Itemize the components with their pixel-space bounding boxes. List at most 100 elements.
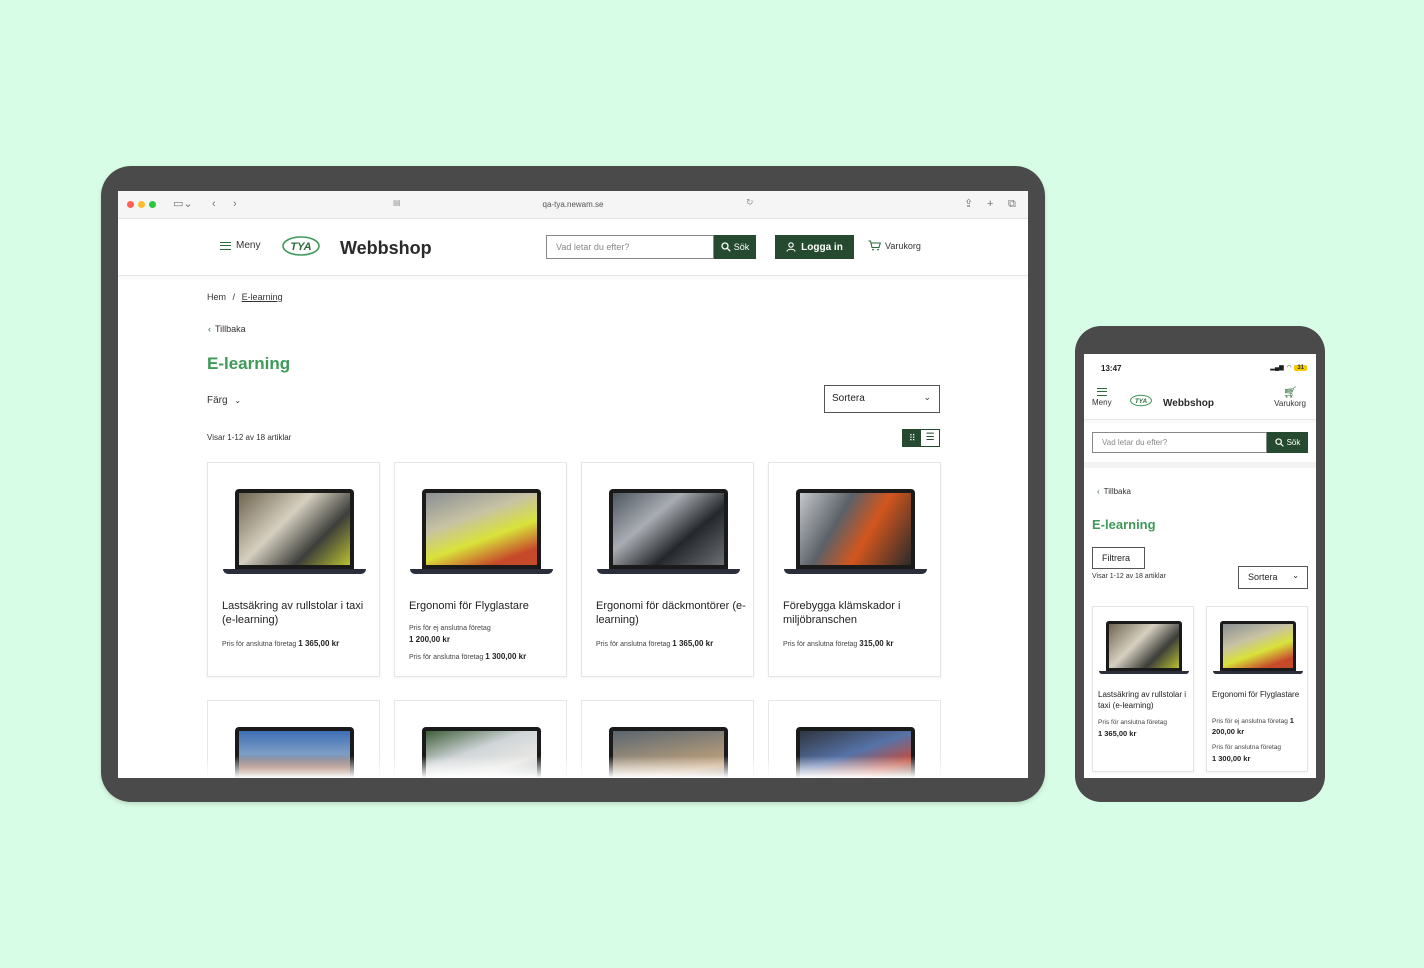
tya-logo[interactable]: TYA — [1130, 394, 1152, 407]
status-time: 13:47 — [1101, 364, 1122, 373]
cart-link[interactable]: Varukorg — [868, 240, 921, 251]
tya-logo[interactable]: TYA — [282, 235, 320, 257]
laptop-base — [1213, 671, 1303, 674]
shop-title: Webbshop — [340, 238, 432, 258]
mobile-search-button[interactable]: Sök — [1267, 432, 1308, 453]
mobile-search-button-label: Sök — [1286, 438, 1301, 447]
chevron-left-icon: ‹ — [1097, 487, 1100, 496]
list-view-icon[interactable]: ☰ — [921, 430, 939, 446]
cart-label: Varukorg — [885, 240, 921, 251]
product-card[interactable]: Förebygga klämskador i miljöbranschen Pr… — [768, 462, 941, 677]
breadcrumb-home[interactable]: Hem — [207, 292, 226, 302]
tabs-icon[interactable]: ⧉ — [1008, 198, 1016, 210]
product-name[interactable]: Ergonomi för Flyglas­tare — [1212, 689, 1306, 700]
logo-text: TYA — [1135, 398, 1148, 405]
status-bar: 13:47 ▂▄▆ ◠ 31 — [1084, 354, 1316, 382]
laptop-base — [1099, 671, 1189, 674]
chevron-down-icon: ⌄ — [234, 396, 242, 405]
product-name[interactable]: Lastsäkring av rullsto­lar i taxi (e-lea… — [1098, 689, 1192, 711]
color-filter[interactable]: Färg ⌄ — [207, 395, 241, 406]
mobile-sort-select[interactable]: Sortera ⌄ — [1238, 566, 1308, 589]
laptop-image — [1106, 621, 1182, 671]
search-input[interactable]: Vad letar du efter? — [546, 235, 714, 259]
laptop-image — [223, 489, 366, 575]
phone-screen: 13:47 ▂▄▆ ◠ 31 Meny TYA Webbshop 🛒︎ Varu… — [1084, 354, 1316, 778]
grid-view-icon[interactable]: ⠿ — [903, 430, 922, 446]
price-label: Pris för anslutna företag — [1098, 719, 1168, 726]
product-card[interactable]: Ergonomi för Flyglastare Pris för ej ans… — [394, 462, 567, 677]
product-name[interactable]: Lastsäkring av rullstolar i taxi (e-lear… — [222, 599, 372, 627]
back-arrow-icon[interactable]: ‹ — [212, 198, 216, 210]
search-button-label: Sök — [733, 242, 750, 252]
mobile-header: Meny TYA Webbshop 🛒︎ Varukorg — [1084, 382, 1316, 420]
zoom-window-button[interactable] — [149, 201, 156, 208]
tablet-device: ▭⌄ ‹ › ▤ qa-tya.newam.se ↻ ⇪ + ⧉ Meny TY… — [101, 166, 1045, 802]
close-window-button[interactable] — [127, 201, 134, 208]
back-label: Tillbaka — [215, 324, 246, 334]
product-price: 1 365,00 kr — [1098, 729, 1137, 738]
search-button[interactable]: Sök — [714, 235, 756, 259]
laptop-image — [784, 489, 927, 575]
mobile-page-title: E-learning — [1092, 517, 1156, 532]
mobile-result-count: Visar 1-12 av 18 artiklar — [1092, 573, 1166, 580]
mobile-product-card[interactable]: Ergonomi för Flyglas­tare Pris för ej an… — [1206, 606, 1308, 772]
breadcrumb-current[interactable]: E-learning — [242, 292, 283, 302]
chevron-down-icon: ⌄ — [1292, 571, 1299, 580]
mobile-cart-link[interactable]: 🛒︎ Varukorg — [1274, 388, 1306, 409]
divider — [1084, 462, 1316, 468]
mobile-product-card[interactable]: Lastsäkring av rullsto­lar i taxi (e-lea… — [1092, 606, 1194, 772]
view-toggle: ⠿ ☰ — [902, 429, 940, 447]
mobile-search-input[interactable]: Vad letar du efter? — [1092, 432, 1267, 453]
minimize-window-button[interactable] — [138, 201, 145, 208]
sidebar-icon[interactable]: ▭⌄ — [173, 198, 193, 210]
login-button[interactable]: Logga in — [775, 235, 854, 259]
search-icon — [1274, 438, 1284, 447]
page-title: E-learning — [207, 354, 291, 373]
mobile-back-label: Tillbaka — [1103, 487, 1131, 496]
menu-label: Meny — [236, 240, 261, 251]
breadcrumb-separator: / — [232, 292, 236, 302]
address-bar[interactable]: qa-tya.newam.se — [388, 196, 758, 214]
signal-icon: ▂▄▆ — [1270, 365, 1284, 371]
product-card[interactable]: Ergonomi för däckmontö­rer (e-learning) … — [581, 462, 754, 677]
reload-icon[interactable]: ↻ — [746, 197, 754, 208]
mobile-cart-label: Varukorg — [1274, 399, 1306, 408]
mobile-filter-button[interactable]: Filtrera — [1092, 547, 1145, 569]
product-name[interactable]: Förebygga klämskador i miljöbranschen — [783, 599, 933, 627]
chevron-left-icon: ‹ — [208, 324, 211, 334]
chevron-down-icon: ⌄ — [923, 392, 931, 402]
product-price: Pris för anslutna företag 1 300,00 kr — [409, 652, 527, 661]
product-price: Pris för anslutna företag 1 365,00 kr — [222, 639, 340, 648]
wifi-icon: ◠ — [1286, 365, 1292, 371]
laptop-image — [597, 489, 740, 575]
tablet-screen: ▭⌄ ‹ › ▤ qa-tya.newam.se ↻ ⇪ + ⧉ Meny TY… — [118, 191, 1028, 778]
price-label-non-member: Pris för ej anslutna företag 1 200,00 kr — [1212, 716, 1294, 736]
battery-icon: 31 — [1294, 364, 1307, 371]
status-icons: ▂▄▆ ◠ 31 — [1270, 364, 1307, 371]
login-button-label: Logga in — [801, 241, 843, 253]
mobile-back-link[interactable]: ‹ Tillbaka — [1097, 487, 1131, 496]
menu-button[interactable]: Meny — [220, 240, 260, 251]
new-tab-icon[interactable]: + — [987, 198, 993, 210]
mobile-sort-label: Sortera — [1248, 572, 1278, 582]
forward-arrow-icon[interactable]: › — [233, 198, 237, 210]
product-name[interactable]: Ergonomi för Flyglastare — [409, 599, 559, 613]
product-price: Pris för anslutna företag 1 365,00 kr — [596, 639, 714, 648]
browser-toolbar: ▭⌄ ‹ › ▤ qa-tya.newam.se ↻ ⇪ + ⧉ — [118, 191, 1028, 219]
product-card[interactable]: Lastsäkring av rullstolar i taxi (e-lear… — [207, 462, 380, 677]
product-name[interactable]: Ergonomi för däckmontö­rer (e-learning) — [596, 599, 746, 627]
phone-device: 13:47 ▂▄▆ ◠ 31 Meny TYA Webbshop 🛒︎ Varu… — [1075, 326, 1325, 802]
back-link[interactable]: ‹ Tillbaka — [208, 324, 246, 334]
price-label-non-member: Pris för ej anslutna företag — [409, 625, 491, 632]
filter-label: Färg — [207, 395, 228, 406]
sort-select[interactable]: Sortera ⌄ — [824, 385, 940, 413]
result-count: Visar 1-12 av 18 artiklar — [207, 433, 292, 442]
bottom-fade — [118, 756, 1028, 778]
hamburger-icon — [220, 241, 231, 250]
product-price: Pris för anslutna företag 315,00 kr — [783, 639, 894, 648]
product-price: 1 300,00 kr — [1212, 754, 1251, 763]
site-header: Meny TYA Webbshop Vad letar du efter? Sö… — [118, 219, 1028, 276]
price-label: Pris för anslutna företag — [1212, 744, 1282, 751]
mobile-menu-button[interactable]: Meny — [1092, 388, 1112, 407]
share-icon[interactable]: ⇪ — [964, 198, 973, 210]
